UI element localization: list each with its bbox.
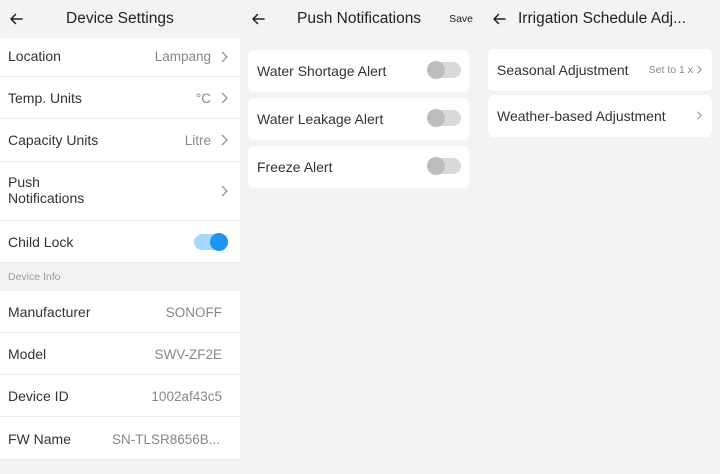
back-arrow-icon[interactable]	[248, 9, 268, 29]
manufacturer-row: Manufacturer SONOFF	[0, 291, 240, 333]
push-notifications-label: Push Notifications	[8, 174, 85, 206]
temp-units-value: °C	[195, 91, 211, 106]
capacity-units-label: Capacity Units	[8, 132, 99, 148]
seasonal-adjustment-value: Set to 1 x	[648, 64, 693, 76]
back-arrow-icon[interactable]	[6, 9, 26, 29]
push-notifications-panel: Push Notifications Save Water Shortage A…	[241, 0, 480, 474]
location-label: Location	[8, 48, 61, 64]
freeze-alert-card: Freeze Alert	[248, 146, 469, 188]
device-id-label: Device ID	[8, 388, 69, 404]
water-shortage-alert-toggle[interactable]	[427, 61, 461, 79]
manufacturer-label: Manufacturer	[8, 304, 91, 320]
location-value: Lampang	[154, 49, 211, 64]
model-value: SWV-ZF2E	[154, 347, 222, 362]
device-id-row: Device ID 1002af43c5	[0, 375, 240, 417]
manufacturer-value: SONOFF	[165, 305, 222, 320]
water-shortage-alert-label: Water Shortage Alert	[257, 63, 387, 79]
water-leakage-alert-toggle[interactable]	[427, 109, 461, 127]
freeze-alert-toggle[interactable]	[427, 157, 461, 175]
chevron-right-icon	[221, 51, 228, 63]
device-info-section-header: Device Info	[0, 263, 240, 291]
water-leakage-alert-card: Water Leakage Alert	[248, 98, 469, 140]
device-settings-header: Device Settings	[0, 0, 241, 38]
seasonal-adjustment-card[interactable]: Seasonal Adjustment Set to 1 x	[488, 49, 712, 91]
freeze-alert-label: Freeze Alert	[257, 159, 333, 175]
location-row[interactable]: Location Lampang	[0, 38, 240, 77]
capacity-units-value: Litre	[184, 133, 211, 148]
capacity-units-row[interactable]: Capacity Units Litre	[0, 119, 240, 162]
device-settings-panel: Device Settings Location Lampang Temp. U…	[0, 0, 241, 474]
chevron-right-icon	[697, 111, 702, 120]
fw-name-label: FW Name	[8, 431, 71, 447]
save-button[interactable]: Save	[449, 13, 473, 25]
irrigation-schedule-header: Irrigation Schedule Adj...	[480, 0, 720, 38]
child-lock-toggle[interactable]	[194, 233, 228, 251]
chevron-right-icon	[221, 92, 228, 104]
temp-units-label: Temp. Units	[8, 90, 82, 106]
weather-based-adjustment-label: Weather-based Adjustment	[497, 108, 666, 124]
model-label: Model	[8, 346, 47, 362]
fw-name-row: FW Name SN-TLSR8656B...	[0, 417, 240, 460]
push-notifications-row[interactable]: Push Notifications	[0, 162, 240, 221]
water-leakage-alert-label: Water Leakage Alert	[257, 111, 384, 127]
temp-units-row[interactable]: Temp. Units °C	[0, 77, 240, 119]
fw-name-value: SN-TLSR8656B...	[111, 432, 220, 447]
device-info-heading: Device Info	[8, 271, 61, 283]
chevron-right-icon	[221, 185, 228, 197]
chevron-right-icon	[697, 65, 702, 74]
weather-based-adjustment-card[interactable]: Weather-based Adjustment	[488, 95, 712, 137]
child-lock-label: Child Lock	[8, 234, 74, 250]
back-arrow-icon[interactable]	[489, 9, 509, 29]
child-lock-row: Child Lock	[0, 221, 240, 263]
water-shortage-alert-card: Water Shortage Alert	[248, 50, 469, 92]
device-id-value: 1002af43c5	[151, 389, 222, 404]
push-notifications-header: Push Notifications Save	[241, 0, 480, 38]
page-title: Device Settings	[66, 10, 174, 27]
model-row: Model SWV-ZF2E	[0, 333, 240, 375]
page-title: Irrigation Schedule Adj...	[518, 10, 687, 27]
chevron-right-icon	[221, 134, 228, 146]
page-title: Push Notifications	[297, 10, 422, 27]
seasonal-adjustment-label: Seasonal Adjustment	[497, 62, 629, 78]
irrigation-schedule-panel: Irrigation Schedule Adj... Seasonal Adju…	[480, 0, 720, 474]
